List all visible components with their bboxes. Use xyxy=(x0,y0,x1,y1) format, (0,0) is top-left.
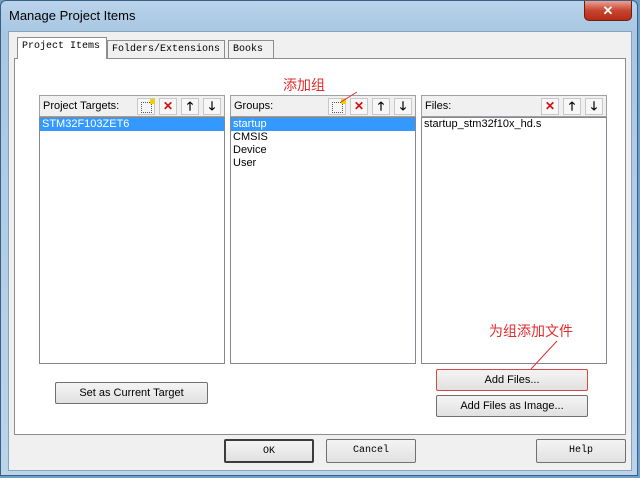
add-files-button[interactable]: Add Files... xyxy=(436,369,588,391)
list-item[interactable]: STM32F103ZET6 xyxy=(40,118,224,131)
move-up-arrow-icon: 🡑 xyxy=(186,99,194,113)
tab-project-items[interactable]: Project Items xyxy=(17,37,107,59)
groups-label: Groups: xyxy=(234,100,274,112)
list-item[interactable]: User xyxy=(231,157,415,170)
title-bar[interactable]: Manage Project Items ✕ xyxy=(1,1,637,31)
move-up-arrow-icon: 🡑 xyxy=(568,99,576,113)
new-group-button[interactable] xyxy=(328,98,346,115)
list-item[interactable]: CMSIS xyxy=(231,131,415,144)
button-label: Cancel xyxy=(352,445,389,456)
project-targets-header: Project Targets: ✕ 🡑 🡓 xyxy=(39,95,225,117)
set-current-target-button[interactable]: Set as Current Target xyxy=(55,382,208,404)
tab-panel: Project Targets: ✕ 🡑 🡓 STM32F103ZET6 Gro… xyxy=(14,58,626,435)
cancel-button[interactable]: Cancel xyxy=(326,439,416,463)
ok-button[interactable]: OK xyxy=(224,439,314,463)
project-targets-list[interactable]: STM32F103ZET6 xyxy=(39,117,225,364)
delete-x-icon: ✕ xyxy=(544,99,556,113)
tab-books[interactable]: Books xyxy=(228,40,274,58)
groups-header: Groups: ✕ 🡑 🡓 xyxy=(230,95,416,117)
delete-x-icon: ✕ xyxy=(353,99,365,113)
files-header: Files: ✕ 🡑 🡓 xyxy=(421,95,607,117)
project-targets-label: Project Targets: xyxy=(43,100,120,112)
delete-target-button[interactable]: ✕ xyxy=(159,98,177,115)
move-group-down-button[interactable]: 🡓 xyxy=(394,98,412,115)
move-group-up-button[interactable]: 🡑 xyxy=(372,98,390,115)
groups-list[interactable]: startup CMSIS Device User xyxy=(230,117,416,364)
add-files-as-image-button[interactable]: Add Files as Image... xyxy=(436,395,588,417)
close-button[interactable]: ✕ xyxy=(584,1,632,21)
button-label: Add Files as Image... xyxy=(460,400,564,412)
tab-folders-extensions[interactable]: Folders/Extensions xyxy=(107,40,225,58)
files-label: Files: xyxy=(425,100,452,112)
move-target-down-button[interactable]: 🡓 xyxy=(203,98,221,115)
new-item-icon xyxy=(331,99,346,113)
window-title: Manage Project Items xyxy=(9,8,136,23)
new-item-icon xyxy=(140,99,155,113)
tab-label: Books xyxy=(233,44,264,55)
list-item[interactable]: startup_stm32f10x_hd.s xyxy=(422,118,606,131)
tab-label: Folders/Extensions xyxy=(112,44,221,55)
dialog-client: Project Items Folders/Extensions Books P… xyxy=(8,31,632,471)
button-label: Help xyxy=(568,445,593,456)
new-target-button[interactable] xyxy=(137,98,155,115)
move-down-arrow-icon: 🡓 xyxy=(590,99,598,113)
move-file-down-button[interactable]: 🡓 xyxy=(585,98,603,115)
close-icon: ✕ xyxy=(602,3,614,18)
button-label: Add Files... xyxy=(484,374,540,386)
tab-label: Project Items xyxy=(22,41,101,52)
move-file-up-button[interactable]: 🡑 xyxy=(563,98,581,115)
button-label: OK xyxy=(262,446,275,457)
list-item[interactable]: startup xyxy=(231,118,415,131)
delete-group-button[interactable]: ✕ xyxy=(350,98,368,115)
help-button[interactable]: Help xyxy=(536,439,626,463)
move-up-arrow-icon: 🡑 xyxy=(377,99,385,113)
move-down-arrow-icon: 🡓 xyxy=(399,99,407,113)
dialog-window: Manage Project Items ✕ Project Items Fol… xyxy=(0,0,638,476)
annotation-add-files-to-group: 为组添加文件 xyxy=(489,323,573,339)
move-down-arrow-icon: 🡓 xyxy=(208,99,216,113)
list-item[interactable]: Device xyxy=(231,144,415,157)
delete-x-icon: ✕ xyxy=(162,99,174,113)
button-label: Set as Current Target xyxy=(79,387,184,399)
move-target-up-button[interactable]: 🡑 xyxy=(181,98,199,115)
delete-file-button[interactable]: ✕ xyxy=(541,98,559,115)
annotation-add-group: 添加组 xyxy=(283,77,325,93)
